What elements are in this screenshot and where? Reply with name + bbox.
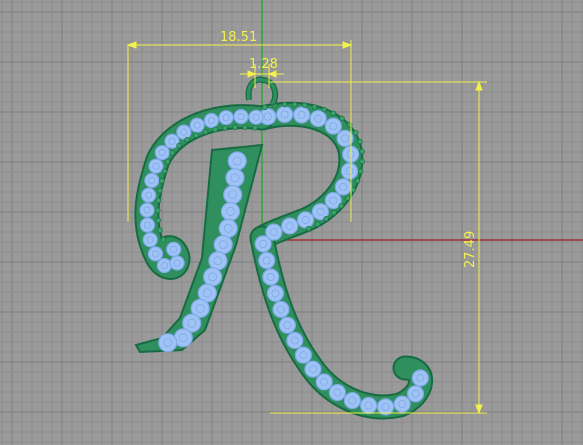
width-dimension: [126, 40, 353, 222]
3d-viewport[interactable]: 18.51 1.28 27.49: [0, 0, 583, 445]
width-dimension-label: 18.51: [220, 30, 257, 45]
height-dimension: [270, 80, 487, 415]
bail-dimension-label: 1.28: [249, 57, 278, 72]
height-dimension-label: 27.49: [463, 231, 478, 268]
dimension-annotations: 18.51 1.28 27.49: [126, 30, 487, 415]
